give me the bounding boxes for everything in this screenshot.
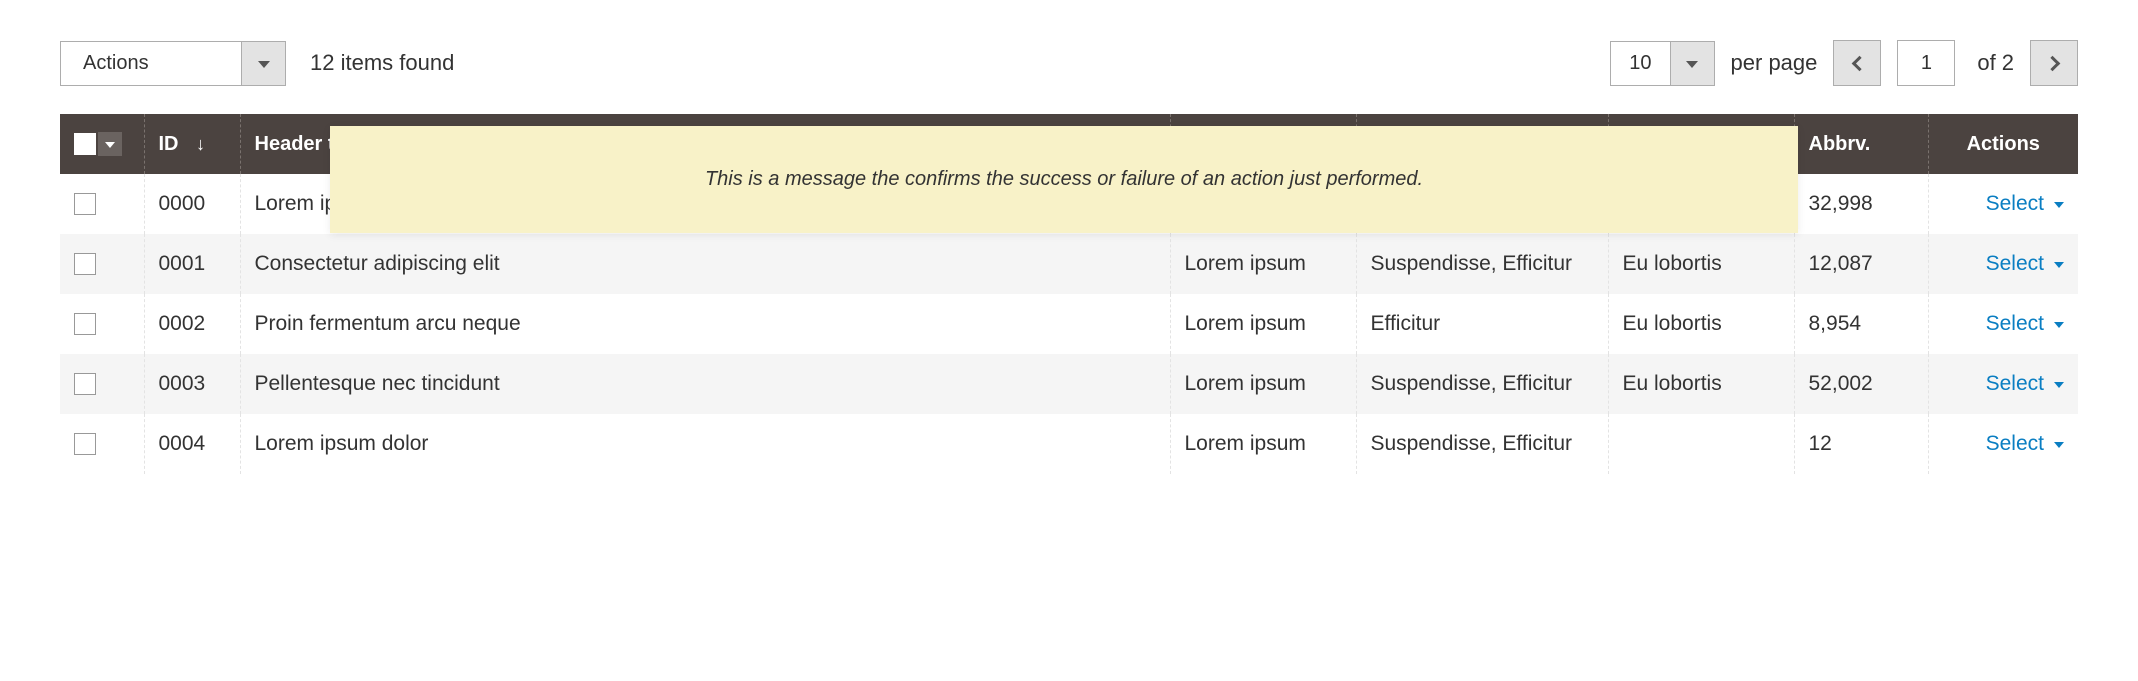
cell-header-title-4: [1608, 414, 1794, 474]
cell-header-title-2: Lorem ipsum: [1170, 354, 1356, 414]
row-checkbox[interactable]: [74, 253, 96, 275]
cell-abbrv: 8,954: [1794, 294, 1928, 354]
cell-header-title-4: Eu lobortis: [1608, 234, 1794, 294]
row-checkbox[interactable]: [74, 433, 96, 455]
cell-header-title-2: Lorem ipsum: [1170, 234, 1356, 294]
cell-header-title-4: Eu lobortis: [1608, 294, 1794, 354]
per-page-label: per page: [1731, 50, 1818, 76]
select-all-header[interactable]: [60, 114, 144, 174]
toolbar: Actions 12 items found 10 per page 1 of2: [60, 40, 2078, 86]
table-row: 0002Proin fermentum arcu nequeLorem ipsu…: [60, 294, 2078, 354]
cell-id: 0004: [144, 414, 240, 474]
page-size-dropdown[interactable]: 10: [1610, 41, 1714, 86]
chevron-left-icon: [1852, 55, 1868, 71]
next-page-button[interactable]: [2030, 40, 2078, 86]
cell-header-title: Pellentesque nec tincidunt: [240, 354, 1170, 414]
row-action-select[interactable]: Select: [1986, 432, 2064, 456]
items-found-label: 12 items found: [310, 50, 1586, 76]
cell-header-title-3: Suspendisse, Efficitur: [1356, 414, 1608, 474]
chevron-down-icon: [258, 61, 270, 68]
bulk-actions-label: Actions: [61, 42, 241, 85]
chevron-down-icon: [2054, 442, 2064, 448]
cell-id: 0003: [144, 354, 240, 414]
cell-header-title-2: Lorem ipsum: [1170, 414, 1356, 474]
cell-abbrv: 32,998: [1794, 174, 1928, 234]
row-action-select[interactable]: Select: [1986, 252, 2064, 276]
cell-header-title-3: Suspendisse, Efficitur: [1356, 354, 1608, 414]
sort-down-icon: ↓: [196, 134, 205, 155]
cell-id: 0002: [144, 294, 240, 354]
cell-abbrv: 12: [1794, 414, 1928, 474]
row-action-select[interactable]: Select: [1986, 312, 2064, 336]
table-row: 0004Lorem ipsum dolorLorem ipsumSuspendi…: [60, 414, 2078, 474]
page-size-toggle[interactable]: [1670, 42, 1714, 85]
chevron-down-icon: [105, 142, 115, 148]
data-grid-wrapper: ID ↓ Header title Header title 2 Header …: [60, 114, 2078, 474]
cell-id: 0000: [144, 174, 240, 234]
col-id[interactable]: ID ↓: [144, 114, 240, 174]
bulk-actions-dropdown[interactable]: Actions: [60, 41, 286, 86]
table-row: 0003Pellentesque nec tinciduntLorem ipsu…: [60, 354, 2078, 414]
row-checkbox[interactable]: [74, 193, 96, 215]
chevron-right-icon: [2044, 55, 2060, 71]
row-action-select[interactable]: Select: [1986, 192, 2064, 216]
row-checkbox[interactable]: [74, 313, 96, 335]
cell-header-title-3: Suspendisse, Efficitur: [1356, 234, 1608, 294]
chevron-down-icon: [2054, 322, 2064, 328]
current-page-input[interactable]: 1: [1897, 40, 1955, 86]
prev-page-button[interactable]: [1833, 40, 1881, 86]
cell-header-title: Proin fermentum arcu neque: [240, 294, 1170, 354]
cell-header-title: Consectetur adipiscing elit: [240, 234, 1170, 294]
cell-abbrv: 12,087: [1794, 234, 1928, 294]
status-message: This is a message the confirms the succe…: [330, 126, 1798, 233]
chevron-down-icon: [1686, 61, 1698, 68]
cell-header-title-3: Efficitur: [1356, 294, 1608, 354]
cell-header-title-4: Eu lobortis: [1608, 354, 1794, 414]
col-actions: Actions: [1928, 114, 2078, 174]
page-size-value: 10: [1611, 42, 1669, 85]
chevron-down-icon: [2054, 382, 2064, 388]
chevron-down-icon: [2054, 262, 2064, 268]
select-all-toggle[interactable]: [98, 132, 122, 156]
cell-header-title-2: Lorem ipsum: [1170, 294, 1356, 354]
cell-id: 0001: [144, 234, 240, 294]
col-abbrv[interactable]: Abbrv.: [1794, 114, 1928, 174]
cell-abbrv: 52,002: [1794, 354, 1928, 414]
row-action-select[interactable]: Select: [1986, 372, 2064, 396]
cell-header-title: Lorem ipsum dolor: [240, 414, 1170, 474]
page-total-label: of2: [1971, 50, 2014, 76]
select-all-checkbox[interactable]: [74, 133, 96, 155]
row-checkbox[interactable]: [74, 373, 96, 395]
pagination-controls: 10 per page 1 of2: [1610, 40, 2078, 86]
bulk-actions-toggle[interactable]: [241, 42, 285, 85]
chevron-down-icon: [2054, 202, 2064, 208]
table-row: 0001Consectetur adipiscing elitLorem ips…: [60, 234, 2078, 294]
